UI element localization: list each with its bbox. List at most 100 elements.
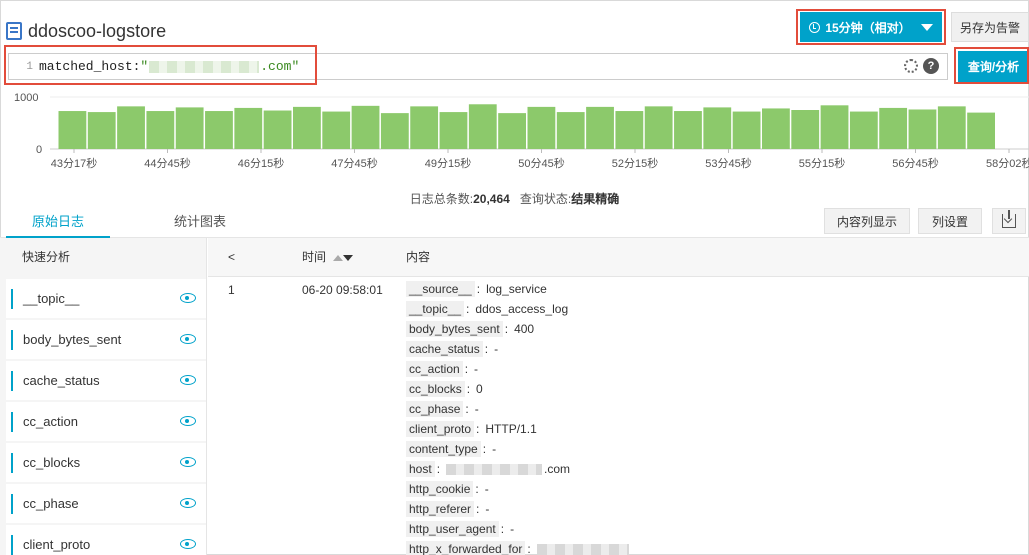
- eye-icon[interactable]: [180, 375, 196, 385]
- key-separator: :: [482, 442, 487, 456]
- quick-field-item[interactable]: cc_phase: [6, 484, 206, 523]
- quick-field-item[interactable]: client_proto: [6, 525, 206, 555]
- log-field-key[interactable]: cc_phase: [406, 401, 464, 417]
- save-as-alert-button[interactable]: 另存为告警: [951, 12, 1029, 42]
- histogram-bar[interactable]: [439, 112, 468, 149]
- eye-icon[interactable]: [180, 498, 196, 508]
- histogram-bar[interactable]: [674, 111, 702, 149]
- query-status-label: 查询状态:: [519, 192, 572, 206]
- key-separator: :: [476, 502, 480, 516]
- histogram-bar[interactable]: [908, 109, 937, 149]
- log-field-key[interactable]: cc_action: [406, 361, 463, 377]
- log-field-key[interactable]: cache_status: [406, 341, 483, 357]
- tab-raw-logs[interactable]: 原始日志: [6, 206, 110, 238]
- eye-icon[interactable]: [180, 539, 196, 549]
- sort-icon[interactable]: [333, 238, 354, 277]
- histogram-bar[interactable]: [791, 110, 820, 149]
- log-field-value[interactable]: -: [485, 502, 489, 516]
- histogram-bar[interactable]: [703, 107, 732, 149]
- gear-icon[interactable]: [904, 59, 918, 73]
- histogram-bar[interactable]: [263, 110, 292, 149]
- quick-field-name: __topic__: [23, 291, 80, 306]
- log-field-key[interactable]: http_x_forwarded_for: [406, 541, 526, 555]
- log-field-value[interactable]: .com: [544, 462, 570, 476]
- log-field: __source__: log_service: [406, 279, 631, 299]
- time-column-header[interactable]: 时间: [302, 238, 354, 277]
- log-field-key[interactable]: http_user_agent: [406, 521, 499, 537]
- histogram-bar[interactable]: [586, 106, 614, 149]
- quick-field-item[interactable]: __topic__: [6, 279, 206, 318]
- histogram-bar[interactable]: [410, 106, 439, 149]
- histogram-bar[interactable]: [293, 106, 321, 149]
- log-field-key[interactable]: client_proto: [406, 421, 475, 437]
- histogram-bar[interactable]: [527, 106, 556, 149]
- histogram-bar[interactable]: [146, 111, 175, 149]
- column-display-button[interactable]: 内容列显示: [824, 208, 910, 234]
- log-field-key[interactable]: cc_blocks: [406, 381, 465, 397]
- caret-down-icon: [920, 23, 933, 31]
- histogram-bar[interactable]: [322, 111, 351, 149]
- histogram-bar[interactable]: [117, 106, 145, 149]
- query-text[interactable]: matched_host: " .com": [39, 59, 299, 74]
- log-field-value[interactable]: -: [475, 402, 479, 416]
- log-field-key[interactable]: __topic__: [406, 301, 465, 317]
- log-field-key[interactable]: host: [406, 461, 435, 477]
- x-tick-label: 49分15秒: [425, 156, 471, 170]
- query-status-value: 结果精确: [571, 192, 620, 206]
- log-field-value[interactable]: -: [485, 482, 489, 496]
- log-field-key[interactable]: http_referer: [406, 501, 475, 517]
- log-field-key[interactable]: content_type: [406, 441, 481, 457]
- eye-icon[interactable]: [180, 457, 196, 467]
- quick-field-item[interactable]: cc_blocks: [6, 443, 206, 482]
- log-field-key[interactable]: body_bytes_sent: [406, 321, 503, 337]
- histogram-bar[interactable]: [205, 111, 233, 149]
- histogram-bar[interactable]: [58, 111, 87, 149]
- search-analyze-button[interactable]: 查询/分析: [958, 51, 1029, 82]
- histogram-bar[interactable]: [556, 112, 585, 149]
- histogram-bar[interactable]: [967, 112, 995, 149]
- histogram-bar[interactable]: [351, 105, 380, 149]
- histogram-bar[interactable]: [849, 111, 878, 149]
- eye-icon[interactable]: [180, 334, 196, 344]
- log-field-key[interactable]: __source__: [406, 281, 475, 297]
- log-field-value[interactable]: -: [494, 342, 498, 356]
- query-summary: 日志总条数:20,464 查询状态:结果精确: [0, 190, 1029, 207]
- histogram-bar[interactable]: [87, 112, 116, 149]
- histogram-bar[interactable]: [732, 111, 761, 149]
- log-field-value[interactable]: -: [474, 362, 478, 376]
- histogram-bar[interactable]: [615, 111, 644, 149]
- query-editor[interactable]: 1 matched_host: " .com" ?: [8, 53, 948, 80]
- quick-field-item[interactable]: body_bytes_sent: [6, 320, 206, 359]
- histogram-bar[interactable]: [234, 107, 263, 149]
- histogram-bar[interactable]: [762, 108, 790, 149]
- column-settings-button[interactable]: 列设置: [918, 208, 982, 234]
- tab-charts[interactable]: 统计图表: [150, 206, 250, 238]
- download-button[interactable]: [992, 208, 1026, 234]
- log-field-key[interactable]: http_cookie: [406, 481, 474, 497]
- histogram-bar[interactable]: [644, 106, 673, 149]
- key-separator: :: [484, 342, 489, 356]
- histogram-bar[interactable]: [175, 107, 204, 149]
- histogram-bar[interactable]: [820, 105, 849, 149]
- collapse-sidebar-icon[interactable]: <: [228, 238, 235, 277]
- log-field-value[interactable]: ddos_access_log: [475, 302, 568, 316]
- log-field-value[interactable]: log_service: [486, 282, 547, 296]
- log-field-value[interactable]: 0: [476, 382, 483, 396]
- histogram-bar[interactable]: [468, 104, 497, 149]
- quick-field-item[interactable]: cc_action: [6, 402, 206, 441]
- log-field-value[interactable]: -: [492, 442, 496, 456]
- log-count-label: 日志总条数:: [409, 192, 474, 206]
- eye-icon[interactable]: [180, 293, 196, 303]
- histogram-bar[interactable]: [498, 113, 526, 149]
- time-range-button[interactable]: 15分钟（相对）: [800, 12, 942, 42]
- log-field-value[interactable]: HTTP/1.1: [485, 422, 536, 436]
- log-field-value[interactable]: -: [510, 522, 514, 536]
- histogram-bar[interactable]: [937, 106, 966, 149]
- histogram-bar[interactable]: [879, 107, 908, 149]
- quick-field-item[interactable]: cache_status: [6, 361, 206, 400]
- help-icon[interactable]: ?: [923, 58, 939, 74]
- log-field-value[interactable]: 400: [514, 322, 534, 336]
- log-field: content_type: -: [406, 439, 631, 459]
- eye-icon[interactable]: [180, 416, 196, 426]
- histogram-bar[interactable]: [380, 113, 409, 149]
